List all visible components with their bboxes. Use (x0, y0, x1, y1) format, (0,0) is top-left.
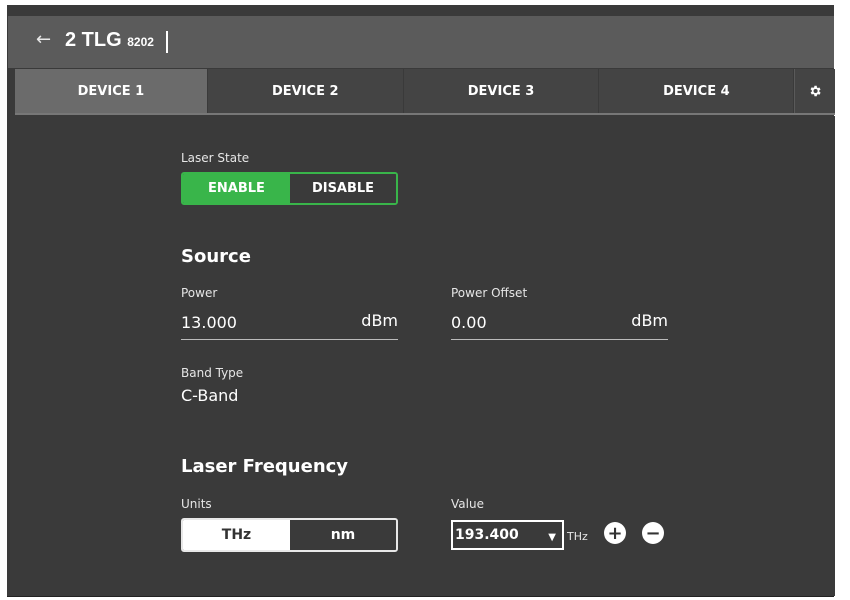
device-tabs: DEVICE 1 DEVICE 2 DEVICE 3 DEVICE 4 (15, 69, 835, 115)
enable-button[interactable]: ENABLE (183, 174, 290, 203)
band-type-label: Band Type (181, 366, 244, 380)
power-offset-label: Power Offset (451, 286, 528, 300)
power-label: Power (181, 286, 218, 300)
tab-device-4[interactable]: DEVICE 4 (599, 69, 795, 113)
device-model: 8202 (127, 35, 154, 49)
power-offset-unit: dBm (631, 311, 668, 330)
tab-label: DEVICE 4 (663, 83, 730, 99)
settings-button[interactable] (794, 69, 835, 113)
decrement-button[interactable]: − (642, 522, 664, 544)
units-toggle: THz nm (181, 518, 398, 552)
tab-label: DEVICE 3 (467, 83, 535, 99)
power-offset-value: 0.00 (451, 313, 487, 332)
tab-device-3[interactable]: DEVICE 3 (404, 69, 600, 113)
minus-icon: − (645, 522, 661, 544)
laser-state-label: Laser State (181, 151, 250, 165)
tab-label: DEVICE 1 (77, 83, 145, 99)
tab-device-1[interactable]: DEVICE 1 (15, 69, 208, 113)
frequency-value: 193.400 (455, 527, 519, 543)
tab-label: DEVICE 2 (271, 83, 339, 99)
frequency-select[interactable]: 193.400 ▼ (451, 520, 564, 550)
nm-button[interactable]: nm (290, 520, 396, 550)
device-name: 2 TLG (65, 29, 122, 51)
units-label: Units (181, 497, 212, 511)
source-heading: Source (181, 246, 251, 267)
gear-icon (810, 85, 821, 97)
plus-icon: + (607, 522, 623, 544)
power-unit: dBm (361, 311, 398, 330)
power-field[interactable]: 13.000 dBm (181, 309, 398, 340)
power-offset-field[interactable]: 0.00 dBm (451, 309, 668, 340)
title-bar: ← 2 TLG 8202 (8, 16, 834, 68)
device-panel: Laser State ENABLE DISABLE Source Power … (15, 116, 835, 596)
frequency-unit: THz (567, 530, 588, 543)
power-value: 13.000 (181, 313, 237, 332)
band-type-value: C-Band (181, 386, 239, 405)
dropdown-arrow-icon: ▼ (548, 532, 556, 543)
tab-device-2[interactable]: DEVICE 2 (208, 69, 404, 113)
thz-button[interactable]: THz (183, 520, 290, 550)
laser-frequency-heading: Laser Frequency (181, 456, 349, 477)
disable-button[interactable]: DISABLE (290, 174, 396, 203)
value-label: Value (451, 497, 484, 511)
text-caret (166, 31, 168, 53)
increment-button[interactable]: + (604, 522, 626, 544)
laser-state-toggle: ENABLE DISABLE (181, 172, 398, 205)
page-title: 2 TLG 8202 (65, 29, 154, 53)
back-arrow-icon[interactable]: ← (36, 31, 51, 49)
